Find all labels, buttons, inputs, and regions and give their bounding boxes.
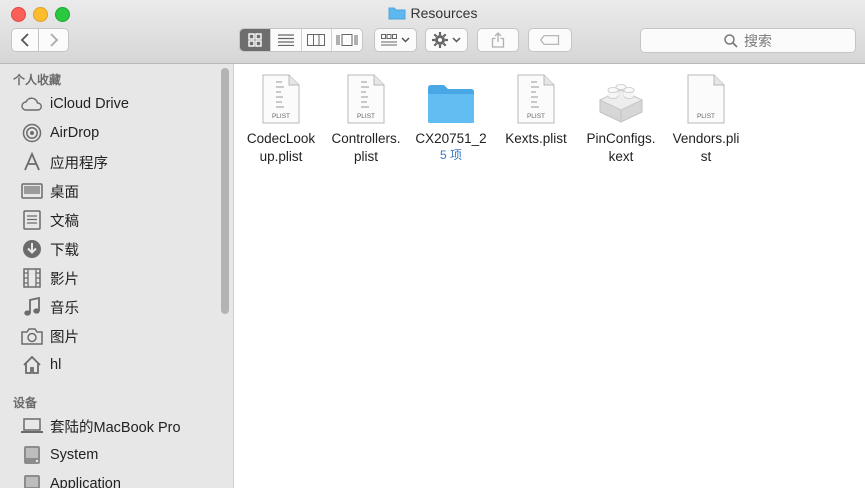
window-title: Resources [0,5,865,23]
sidebar-item-airdrop[interactable]: AirDrop [20,120,225,146]
gear-icon [432,32,448,48]
search-icon [724,33,738,48]
disk-icon [20,444,44,466]
forward-button[interactable] [38,28,69,52]
folder-item-count: 5 项 [439,148,462,162]
list-icon [277,34,294,46]
sidebar-item-label: 应用程序 [50,155,108,172]
file-badge: PLIST [272,113,290,120]
file-name: PinConfigs. kext [586,131,656,164]
plist-file-icon: PLIST [663,70,749,124]
icon-view-button[interactable] [240,29,271,51]
search-placeholder: 搜索 [744,32,772,49]
downloads-icon [20,238,44,260]
cloud-icon [20,93,44,115]
applications-icon [20,151,44,173]
chevron-down-icon [401,37,410,43]
sidebar-item-home[interactable]: hl [20,352,225,378]
file-item[interactable]: PLIST Controllers. plist [323,70,409,166]
sidebar-item-label: 套陆的MacBook Pro [50,419,181,436]
file-item[interactable]: PinConfigs. kext [578,70,664,166]
file-name: Vendors.pli st [672,131,740,164]
tag-icon [540,35,560,45]
music-icon [20,296,44,318]
folder-icon [388,6,406,23]
laptop-icon [20,415,44,437]
sidebar-item-label: 音乐 [50,300,79,317]
share-icon [491,32,505,48]
chevron-right-icon [49,33,58,47]
sidebar-item-downloads[interactable]: 下载 [20,236,225,262]
arrange-icon [381,34,397,46]
kext-lego-icon [578,70,664,124]
columns-icon [307,34,326,46]
sidebar-item-music[interactable]: 音乐 [20,294,225,320]
favorites-header: 个人收藏 [13,73,62,87]
airdrop-icon [20,122,44,144]
search-field[interactable]: 搜索 [640,28,856,53]
devices-header: 设备 [13,396,38,410]
sidebar-item-label: 图片 [50,329,79,346]
grid-icon [248,33,262,47]
chevron-down-icon [452,37,461,43]
sidebar-item-label: AirDrop [50,125,100,141]
file-item[interactable]: PLIST CodecLook up.plist [238,70,324,166]
view-mode-control [239,28,363,52]
sidebar-item-icloud-drive[interactable]: iCloud Drive [20,91,225,117]
desktop-icon [20,180,44,202]
folder-name: CX20751_2 [415,131,487,146]
sidebar-item-pictures[interactable]: 图片 [20,323,225,349]
share-button[interactable] [477,28,519,52]
tags-button[interactable] [528,28,572,52]
documents-icon [20,209,44,231]
plist-file-icon: PLIST [493,70,579,124]
file-badge: PLIST [527,113,545,120]
sidebar-item-application[interactable]: Application [20,471,225,488]
disk-icon [20,473,44,488]
plist-file-icon: PLIST [323,70,409,124]
file-badge: PLIST [357,113,375,120]
plist-file-icon: PLIST [238,70,324,124]
sidebar-item-label: 影片 [50,271,79,288]
sidebar-item-system[interactable]: System [20,442,225,468]
sidebar-item-macbook[interactable]: 套陆的MacBook Pro [20,413,225,439]
sidebar-item-documents[interactable]: 文稿 [20,207,225,233]
chevron-left-icon [20,33,29,47]
sidebar-scrollbar[interactable] [221,68,229,314]
arrange-button[interactable] [374,28,417,52]
sidebar-item-label: 文稿 [50,213,79,230]
column-view-button[interactable] [302,29,333,51]
sidebar-item-label: hl [50,357,62,373]
file-name: CodecLook up.plist [246,131,316,164]
sidebar-item-applications[interactable]: 应用程序 [20,149,225,175]
folder-item[interactable]: CX20751_2 5 项 [408,70,494,163]
sidebar-item-label: System [50,447,99,463]
file-badge: PLIST [697,113,715,120]
gallery-view-button[interactable] [332,29,362,51]
sidebar-item-movies[interactable]: 影片 [20,265,225,291]
home-icon [20,354,44,376]
sidebar-item-desktop[interactable]: 桌面 [20,178,225,204]
file-browser: PLIST CodecLook up.plist PLIST Controlle… [234,64,865,488]
title-bar: Resources 搜索 [0,0,865,64]
camera-icon [20,325,44,347]
sidebar-item-label: iCloud Drive [50,96,129,112]
sidebar-item-label: 下载 [50,242,79,259]
sidebar-item-label: Application [50,476,121,488]
folder-icon [408,70,494,124]
list-view-button[interactable] [271,29,302,51]
file-item[interactable]: PLIST Kexts.plist [493,70,579,148]
cover-flow-icon [336,34,358,46]
sidebar: 个人收藏 iCloud Drive AirDrop 应用程序 桌面 文稿 下载 … [0,64,234,488]
sidebar-item-label: 桌面 [50,184,79,201]
file-name: Kexts.plist [505,131,567,146]
back-button[interactable] [11,28,39,52]
window-title-text: Resources [410,5,478,21]
action-button[interactable] [425,28,468,52]
file-item[interactable]: PLIST Vendors.pli st [663,70,749,166]
movies-icon [20,267,44,289]
file-name: Controllers. plist [331,131,401,164]
